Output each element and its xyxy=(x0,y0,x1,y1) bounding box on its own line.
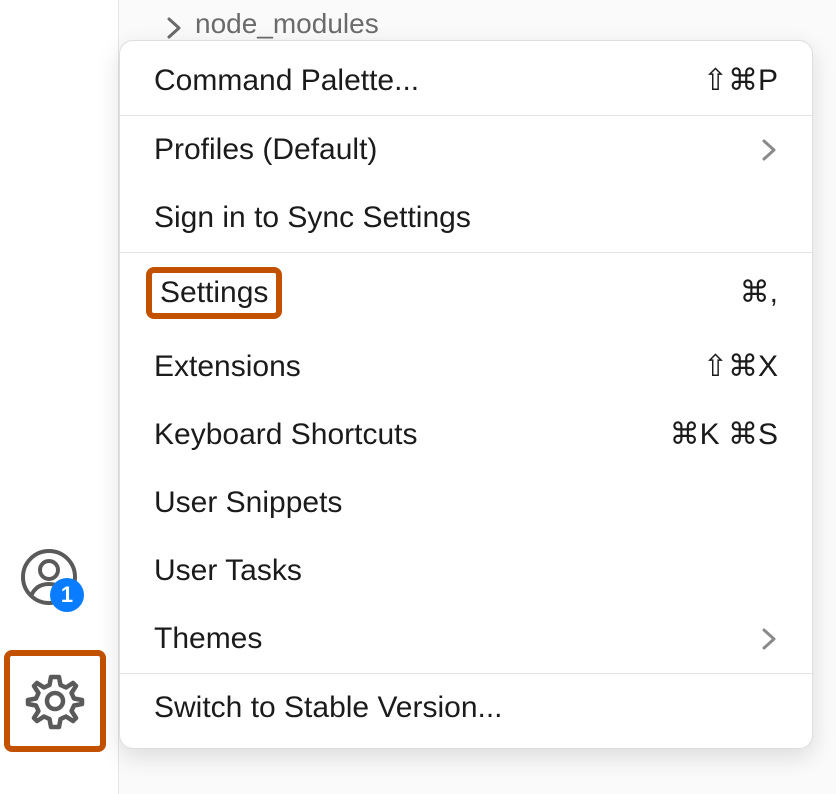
menu-item-command-palette[interactable]: Command Palette... ⇧⌘P xyxy=(120,47,812,115)
menu-item-themes[interactable]: Themes xyxy=(120,605,812,673)
menu-item-keyboard-shortcuts[interactable]: Keyboard Shortcuts ⌘K ⌘S xyxy=(120,401,812,469)
menu-item-label: Keyboard Shortcuts xyxy=(154,417,417,453)
menu-item-label: Themes xyxy=(154,621,262,657)
tree-item-node-modules[interactable]: node_modules xyxy=(167,8,379,40)
menu-item-switch-stable[interactable]: Switch to Stable Version... xyxy=(120,674,812,742)
menu-item-user-snippets[interactable]: User Snippets xyxy=(120,469,812,537)
menu-item-label: Extensions xyxy=(154,349,301,385)
activity-bar: 1 xyxy=(0,0,118,794)
menu-item-settings[interactable]: Settings ⌘, xyxy=(120,253,812,333)
manage-gear-button[interactable] xyxy=(4,650,106,752)
menu-item-user-tasks[interactable]: User Tasks xyxy=(120,537,812,605)
chevron-right-icon xyxy=(760,135,778,165)
tree-item-label: node_modules xyxy=(195,8,379,40)
menu-item-label: Sign in to Sync Settings xyxy=(154,200,471,236)
menu-item-shortcut: ⇧⌘X xyxy=(703,349,778,385)
menu-item-profiles[interactable]: Profiles (Default) xyxy=(120,116,812,184)
accounts-button[interactable]: 1 xyxy=(20,548,78,606)
menu-item-shortcut: ⌘, xyxy=(740,275,778,311)
menu-item-extensions[interactable]: Extensions ⇧⌘X xyxy=(120,333,812,401)
menu-item-shortcut: ⇧⌘P xyxy=(703,63,778,99)
menu-item-sign-in-sync[interactable]: Sign in to Sync Settings xyxy=(120,184,812,252)
gear-icon xyxy=(24,670,86,732)
menu-item-label: Profiles (Default) xyxy=(154,132,377,168)
menu-item-label: Switch to Stable Version... xyxy=(154,690,503,726)
menu-item-label: Command Palette... xyxy=(154,63,419,99)
menu-item-shortcut: ⌘K ⌘S xyxy=(670,417,778,453)
account-notification-badge: 1 xyxy=(50,578,84,612)
menu-item-label: User Tasks xyxy=(154,553,302,589)
menu-item-label: Settings xyxy=(146,267,282,319)
chevron-right-icon xyxy=(760,624,778,654)
menu-item-label: User Snippets xyxy=(154,485,342,521)
chevron-right-icon xyxy=(167,17,181,31)
manage-context-menu: Command Palette... ⇧⌘P Profiles (Default… xyxy=(119,40,813,749)
